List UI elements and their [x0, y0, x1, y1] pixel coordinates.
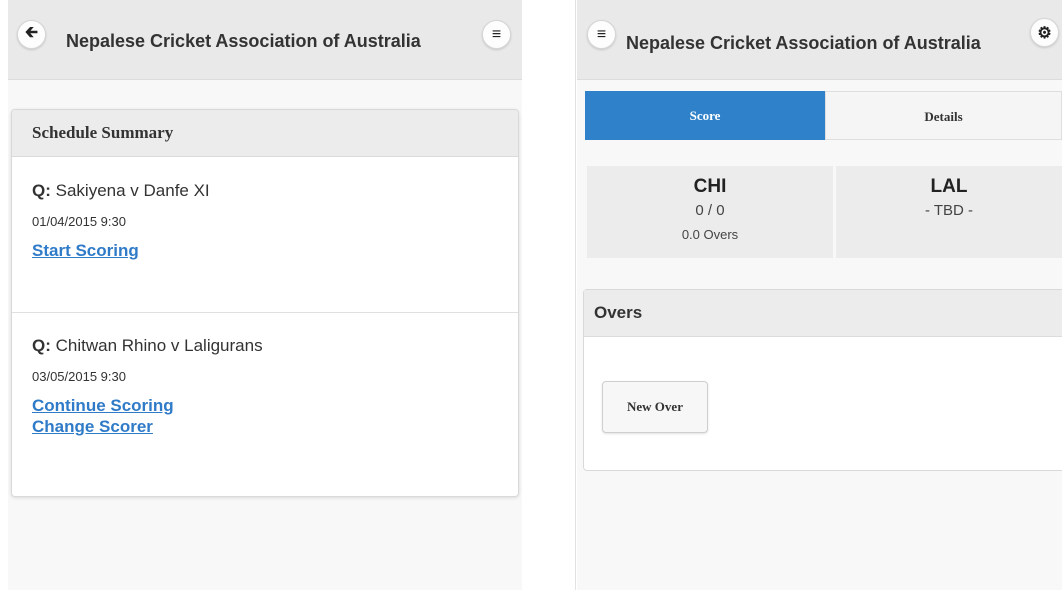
tab-score[interactable]: Score: [585, 91, 825, 140]
schedule-summary-card: Schedule Summary Q: Sakiyena v Danfe XI …: [11, 109, 519, 497]
match-name: Q: Sakiyena v Danfe XI: [32, 181, 518, 201]
settings-button[interactable]: ⚙: [1030, 18, 1059, 47]
match-prefix: Q:: [32, 181, 51, 200]
app-title: Nepalese Cricket Association of Australi…: [626, 33, 981, 53]
team-abbreviation: CHI: [693, 176, 727, 197]
match-teams: Sakiyena v Danfe XI: [55, 181, 210, 200]
arrow-left-icon: 🡰: [25, 24, 38, 41]
match-name: Q: Chitwan Rhino v Laligurans: [32, 336, 518, 356]
schedule-screen: 🡰 Nepalese Cricket Association of Austra…: [8, 0, 522, 590]
team-score: 0 / 0: [695, 202, 725, 219]
match-teams: Chitwan Rhino v Laligurans: [55, 336, 263, 355]
score-tabs: Score Details: [585, 91, 1062, 140]
team-overs: 0.0 Overs: [681, 227, 739, 242]
screen-divider: [575, 0, 576, 590]
app-title: Nepalese Cricket Association of Australi…: [66, 31, 421, 51]
hamburger-icon: ≡: [596, 25, 607, 43]
list-item: Q: Chitwan Rhino v Laligurans 03/05/2015…: [12, 313, 518, 495]
continue-scoring-link[interactable]: Continue Scoring: [32, 396, 518, 416]
scoring-screen: ≡ Nepalese Cricket Association of Austra…: [577, 0, 1062, 590]
list-item: Q: Sakiyena v Danfe XI 01/04/2015 9:30 S…: [12, 157, 518, 313]
start-scoring-link[interactable]: Start Scoring: [32, 241, 518, 261]
team-score: - TBD -: [924, 202, 974, 219]
menu-button[interactable]: ≡: [482, 20, 511, 49]
team-abbreviation: LAL: [930, 176, 968, 197]
gear-icon: ⚙: [1037, 24, 1052, 42]
app-header: ≡ Nepalese Cricket Association of Austra…: [577, 0, 1062, 80]
match-datetime: 03/05/2015 9:30: [32, 369, 126, 384]
team-score-panel: CHI 0 / 0 0.0 Overs: [587, 166, 833, 258]
match-prefix: Q:: [32, 336, 51, 355]
back-button[interactable]: 🡰: [17, 20, 46, 49]
menu-button[interactable]: ≡: [587, 20, 616, 49]
team-score-panel: LAL - TBD -: [836, 166, 1062, 258]
hamburger-icon: ≡: [491, 25, 502, 43]
tab-details[interactable]: Details: [825, 91, 1062, 140]
overs-title: Overs: [584, 290, 1062, 337]
change-scorer-link[interactable]: Change Scorer: [32, 417, 518, 437]
new-over-button[interactable]: New Over: [602, 381, 708, 433]
card-title: Schedule Summary: [12, 110, 518, 157]
overs-panel: Overs New Over: [583, 289, 1062, 471]
app-header: 🡰 Nepalese Cricket Association of Austra…: [8, 0, 522, 80]
match-datetime: 01/04/2015 9:30: [32, 214, 126, 229]
